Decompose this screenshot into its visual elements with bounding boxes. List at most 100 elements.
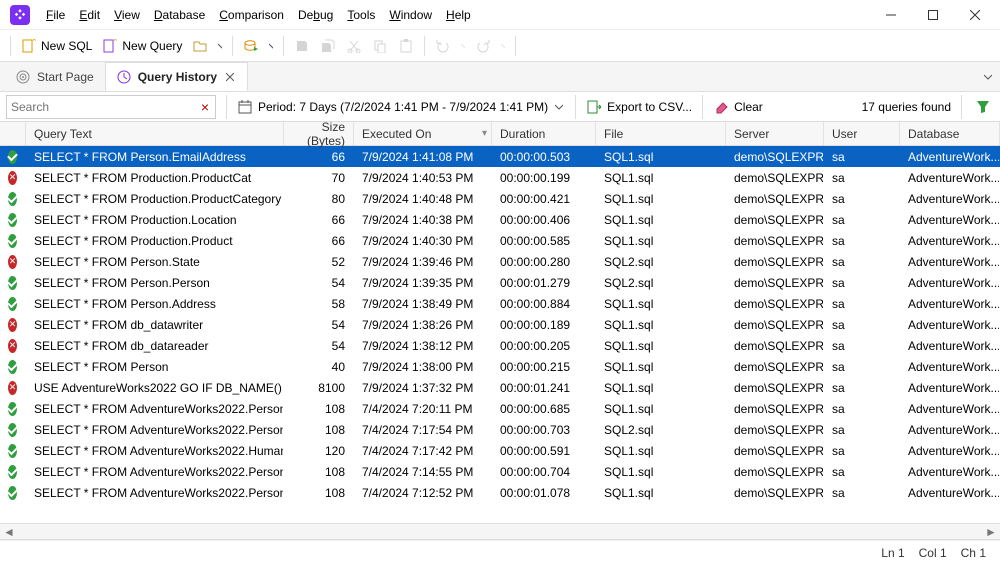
tab-query-history[interactable]: Query History — [105, 62, 248, 91]
menu-view[interactable]: View — [108, 4, 146, 26]
tab-overflow-button[interactable] — [976, 62, 1000, 91]
clear-button[interactable]: Clear — [707, 95, 769, 119]
maximize-button[interactable] — [912, 1, 954, 29]
cell-user: sa — [824, 251, 900, 272]
menu-edit[interactable]: Edit — [73, 4, 106, 26]
cell-file: SQL1.sql — [596, 146, 726, 167]
col-file[interactable]: File — [596, 122, 726, 145]
query-history-grid: Query Text Size (Bytes) Executed On▾ Dur… — [0, 122, 1000, 524]
col-query[interactable]: Query Text — [26, 122, 284, 145]
cell-query: SELECT * FROM Person.Address — [26, 293, 284, 314]
cell-query: SELECT * FROM db_datareader — [26, 335, 284, 356]
cell-server: demo\SQLEXPR... — [726, 272, 824, 293]
tab-start-page[interactable]: Start Page — [4, 62, 105, 91]
cell-executed: 7/9/2024 1:38:26 PM — [354, 314, 492, 335]
table-row[interactable]: SELECT * FROM Production.ProductCategory… — [0, 188, 1000, 209]
cell-executed: 7/9/2024 1:41:08 PM — [354, 146, 492, 167]
col-duration[interactable]: Duration — [492, 122, 596, 145]
cell-user: sa — [824, 440, 900, 461]
table-row[interactable]: SELECT * FROM AdventureWorks2022.Person.… — [0, 398, 1000, 419]
cell-user: sa — [824, 146, 900, 167]
export-csv-button[interactable]: Export to CSV... — [580, 95, 698, 119]
cell-duration: 00:00:00.215 — [492, 356, 596, 377]
cell-database: AdventureWork... — [900, 251, 1000, 272]
table-row[interactable]: USE AdventureWorks2022 GO IF DB_NAME() <… — [0, 377, 1000, 398]
col-executed[interactable]: Executed On▾ — [354, 122, 492, 145]
menu-file[interactable]: File — [40, 4, 71, 26]
clear-search-button[interactable]: × — [199, 99, 211, 115]
cell-size: 54 — [284, 272, 354, 293]
scroll-right-icon[interactable]: ► — [984, 526, 998, 538]
paste-button — [394, 34, 418, 58]
menu-tools[interactable]: Tools — [341, 4, 381, 26]
table-row[interactable]: SELECT * FROM db_datawriter547/9/2024 1:… — [0, 314, 1000, 335]
separator — [515, 36, 516, 56]
cell-file: SQL1.sql — [596, 188, 726, 209]
cell-user: sa — [824, 167, 900, 188]
redo-icon — [475, 38, 491, 54]
new-query-button[interactable]: * New Query — [98, 34, 186, 58]
cell-executed: 7/9/2024 1:40:30 PM — [354, 230, 492, 251]
col-user[interactable]: User — [824, 122, 900, 145]
table-row[interactable]: SELECT * FROM AdventureWorks2022.Person.… — [0, 461, 1000, 482]
new-sql-button[interactable]: * New SQL — [17, 34, 96, 58]
new-sql-icon: * — [21, 38, 37, 54]
cell-duration: 00:00:00.685 — [492, 398, 596, 419]
scroll-left-icon[interactable]: ◄ — [2, 526, 16, 538]
new-query-label: New Query — [122, 39, 182, 53]
separator — [283, 36, 284, 56]
close-button[interactable] — [954, 1, 996, 29]
success-icon — [8, 486, 17, 500]
cell-database: AdventureWork... — [900, 482, 1000, 503]
col-size[interactable]: Size (Bytes) — [284, 122, 354, 145]
cell-executed: 7/4/2024 7:20:11 PM — [354, 398, 492, 419]
table-row[interactable]: SELECT * FROM Production.ProductCat707/9… — [0, 167, 1000, 188]
table-row[interactable]: SELECT * FROM AdventureWorks2022.HumanRe… — [0, 440, 1000, 461]
cell-file: SQL1.sql — [596, 167, 726, 188]
table-row[interactable]: SELECT * FROM AdventureWorks2022.Person.… — [0, 419, 1000, 440]
col-status[interactable] — [0, 122, 26, 145]
success-icon — [8, 423, 17, 437]
period-picker[interactable]: Period: 7 Days (7/2/2024 1:41 PM - 7/9/2… — [231, 95, 571, 119]
filter-funnel-button[interactable] — [972, 96, 994, 118]
execute-button[interactable] — [239, 34, 263, 58]
menu-window[interactable]: Window — [383, 4, 438, 26]
table-row[interactable]: SELECT * FROM Person.EmailAddress667/9/2… — [0, 146, 1000, 167]
execute-dropdown[interactable] — [265, 34, 277, 58]
col-server[interactable]: Server — [726, 122, 824, 145]
cell-size: 108 — [284, 419, 354, 440]
open-dropdown[interactable] — [214, 34, 226, 58]
tab-close-button[interactable] — [223, 70, 237, 84]
col-database[interactable]: Database — [900, 122, 1000, 145]
cell-query: SELECT * FROM AdventureWorks2022.Person.… — [26, 419, 284, 440]
grid-body[interactable]: SELECT * FROM Person.EmailAddress667/9/2… — [0, 146, 1000, 523]
table-row[interactable]: SELECT * FROM Person.Address587/9/2024 1… — [0, 293, 1000, 314]
table-row[interactable]: SELECT * FROM Production.Location667/9/2… — [0, 209, 1000, 230]
undo-icon — [435, 38, 451, 54]
search-input[interactable] — [11, 100, 199, 114]
menu-debug[interactable]: Debug — [292, 4, 339, 26]
table-row[interactable]: SELECT * FROM db_datareader547/9/2024 1:… — [0, 335, 1000, 356]
minimize-button[interactable] — [870, 1, 912, 29]
success-icon — [8, 402, 17, 416]
table-row[interactable]: SELECT * FROM Person407/9/2024 1:38:00 P… — [0, 356, 1000, 377]
cell-user: sa — [824, 272, 900, 293]
table-row[interactable]: SELECT * FROM Person.State527/9/2024 1:3… — [0, 251, 1000, 272]
chevron-down-icon — [553, 103, 565, 111]
horizontal-scrollbar[interactable]: ◄ ► — [0, 524, 1000, 540]
cell-database: AdventureWork... — [900, 167, 1000, 188]
table-row[interactable]: SELECT * FROM Person.Person547/9/2024 1:… — [0, 272, 1000, 293]
separator — [961, 95, 962, 119]
cell-user: sa — [824, 482, 900, 503]
table-row[interactable]: SELECT * FROM Production.Product667/9/20… — [0, 230, 1000, 251]
cell-server: demo\SQLEXPR... — [726, 377, 824, 398]
menu-comparison[interactable]: Comparison — [213, 4, 290, 26]
paste-icon — [398, 38, 414, 54]
menu-help[interactable]: Help — [440, 4, 477, 26]
status-char: Ch 1 — [961, 546, 986, 560]
tab-label: Start Page — [37, 70, 94, 84]
cell-executed: 7/4/2024 7:17:42 PM — [354, 440, 492, 461]
open-button[interactable] — [188, 34, 212, 58]
menu-database[interactable]: Database — [148, 4, 211, 26]
table-row[interactable]: SELECT * FROM AdventureWorks2022.Person.… — [0, 482, 1000, 503]
